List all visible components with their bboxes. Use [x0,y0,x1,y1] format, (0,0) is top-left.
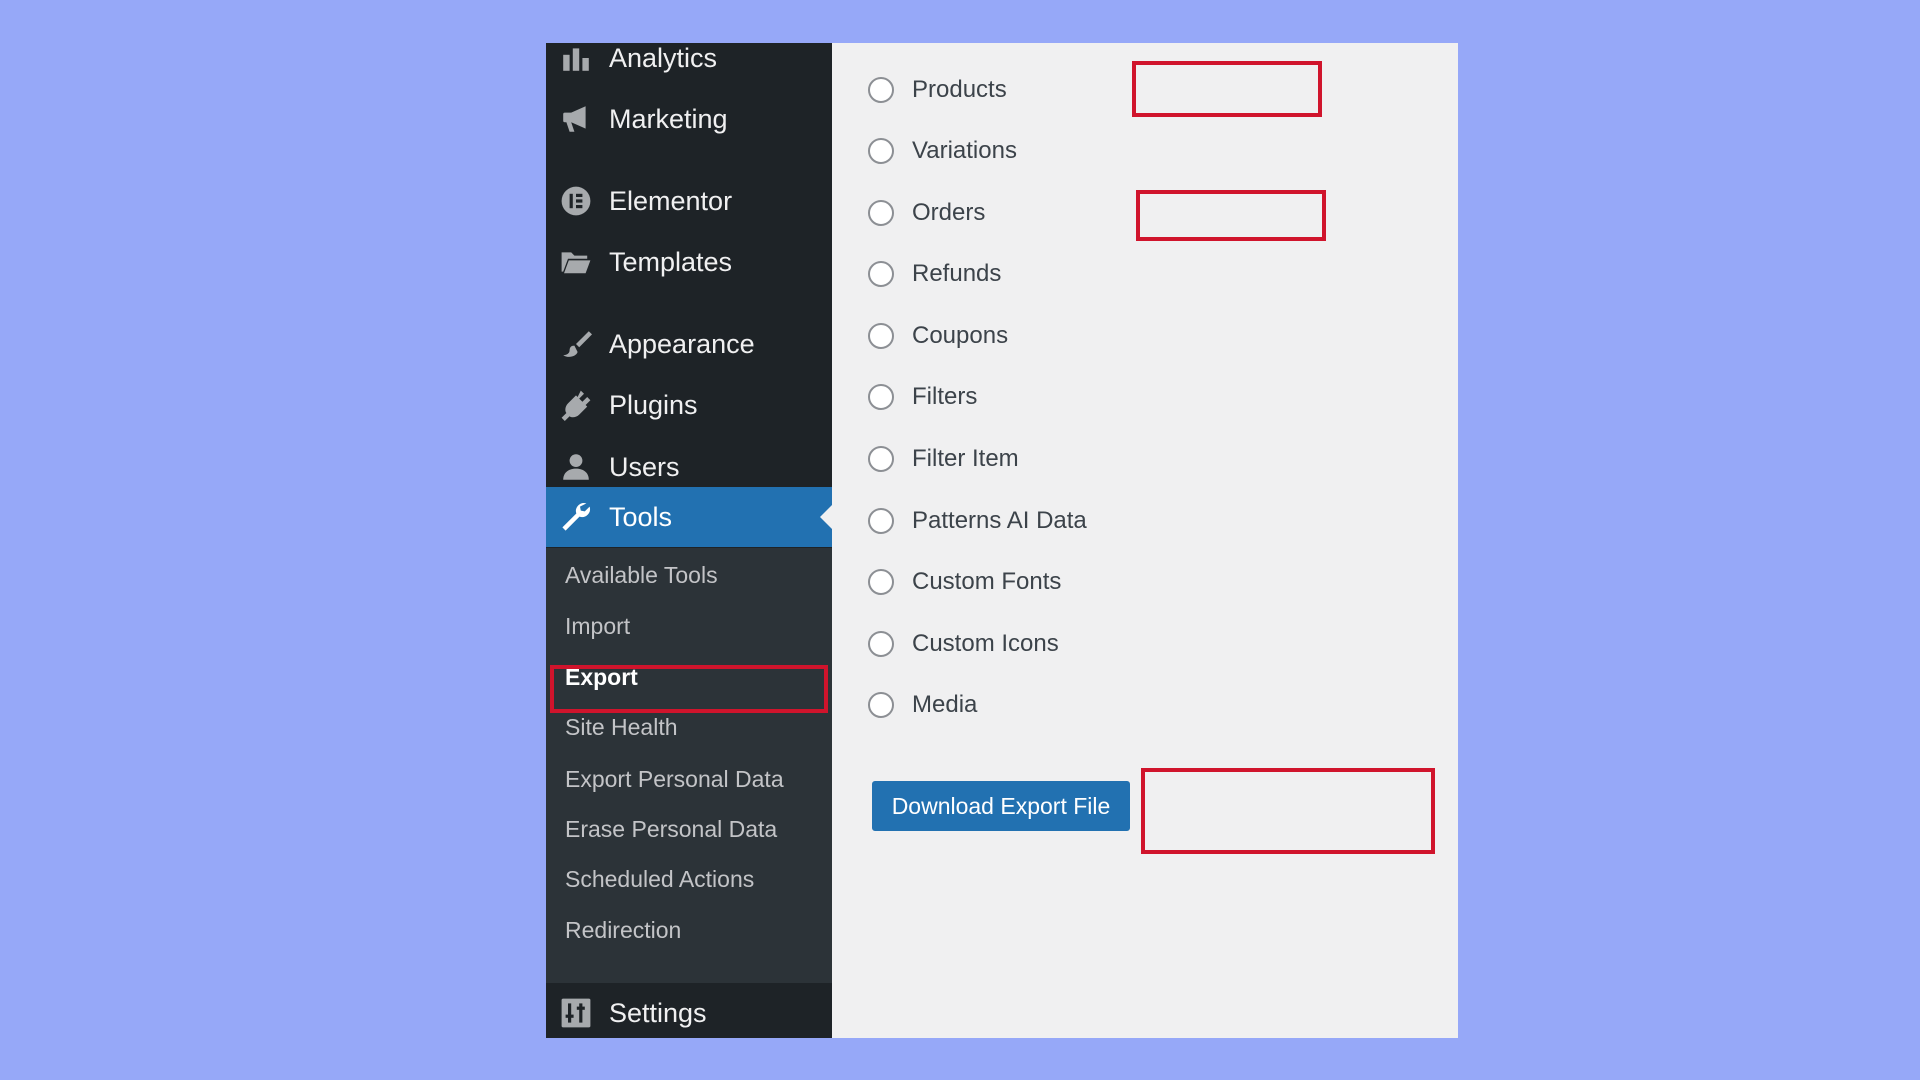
submenu-item-available-tools[interactable]: Available Tools [546,552,832,598]
sidebar-item-elementor[interactable]: Elementor [546,171,832,231]
radio-button[interactable] [868,200,894,226]
radio-button[interactable] [868,508,894,534]
radio-button[interactable] [868,138,894,164]
sidebar-item-label: Settings [609,997,707,1028]
wordpress-admin-frame: Analytics Marketing Elementor Templates [546,43,1458,1038]
radio-button[interactable] [868,692,894,718]
sidebar-item-tools[interactable]: Tools [546,487,832,547]
bar-chart-icon [559,43,593,75]
sidebar-item-appearance[interactable]: Appearance [546,314,832,374]
sidebar-item-analytics[interactable]: Analytics [546,43,832,88]
export-option-filters[interactable]: Filters [868,377,977,417]
submenu-item-erase-personal-data[interactable]: Erase Personal Data [546,806,832,852]
sidebar-item-label: Appearance [609,328,755,359]
megaphone-icon [559,102,593,136]
submenu-item-import[interactable]: Import [546,603,832,649]
sidebar-item-label: Templates [609,246,733,277]
folder-icon [559,245,593,279]
export-option-custom-fonts[interactable]: Custom Fonts [868,562,1061,602]
submenu-item-site-health[interactable]: Site Health [546,704,832,750]
radio-button[interactable] [868,323,894,349]
sidebar-item-label: Analytics [609,43,718,73]
paintbrush-icon [559,327,593,361]
plug-icon [559,388,593,422]
user-icon [559,450,593,484]
download-export-file-button[interactable]: Download Export File [872,781,1130,831]
submenu-item-export-personal-data[interactable]: Export Personal Data [546,756,832,802]
radio-button[interactable] [868,77,894,103]
export-option-custom-icons[interactable]: Custom Icons [868,624,1059,664]
radio-button[interactable] [868,446,894,472]
submenu-item-redirection[interactable]: Redirection [546,907,832,953]
submenu-item-scheduled-actions[interactable]: Scheduled Actions [546,856,832,902]
export-option-label: Patterns AI Data [912,507,1087,534]
export-option-media[interactable]: Media [868,685,977,725]
export-option-label: Variations [912,137,1017,164]
export-option-patterns-ai-data[interactable]: Patterns AI Data [868,501,1087,541]
download-highlight-box [1141,768,1435,854]
export-option-filter-item[interactable]: Filter Item [868,439,1019,479]
radio-button[interactable] [868,631,894,657]
export-option-label: Filters [912,383,978,410]
export-option-orders[interactable]: Orders [868,193,985,233]
sidebar-item-templates[interactable]: Templates [546,232,832,292]
export-option-label: Products [912,76,1007,103]
radio-button[interactable] [868,261,894,287]
sidebar-item-label: Marketing [609,103,728,134]
export-option-refunds[interactable]: Refunds [868,254,1001,294]
sidebar-item-marketing[interactable]: Marketing [546,89,832,149]
submenu-item-export[interactable]: Export [546,654,832,700]
export-option-label: Custom Fonts [912,568,1062,595]
radio-button[interactable] [868,569,894,595]
sliders-icon [559,996,593,1030]
sidebar-item-label: Elementor [609,185,733,216]
export-option-coupons[interactable]: Coupons [868,316,1008,356]
products-highlight-box [1132,61,1322,117]
export-option-label: Custom Icons [912,630,1059,657]
export-option-label: Orders [912,199,986,226]
radio-button[interactable] [868,384,894,410]
export-option-label: Media [912,691,978,718]
sidebar-item-plugins[interactable]: Plugins [546,375,832,435]
elementor-icon [559,184,593,218]
admin-sidebar: Analytics Marketing Elementor Templates [546,43,832,1038]
sidebar-item-label: Tools [609,501,673,532]
sidebar-item-label: Users [609,451,680,482]
wrench-icon [559,500,593,534]
export-option-products[interactable]: Products [868,70,1007,110]
orders-highlight-box [1136,190,1326,241]
tools-submenu: Available Tools Import Export Site Healt… [546,548,832,983]
export-option-variations[interactable]: Variations [868,131,1017,171]
sidebar-item-label: Plugins [609,389,698,420]
export-option-label: Refunds [912,260,1002,287]
sidebar-item-settings[interactable]: Settings [546,983,832,1038]
export-content: Products Variations Orders Refunds Coupo… [832,43,1458,1038]
export-option-label: Filter Item [912,445,1019,472]
export-option-label: Coupons [912,322,1009,349]
